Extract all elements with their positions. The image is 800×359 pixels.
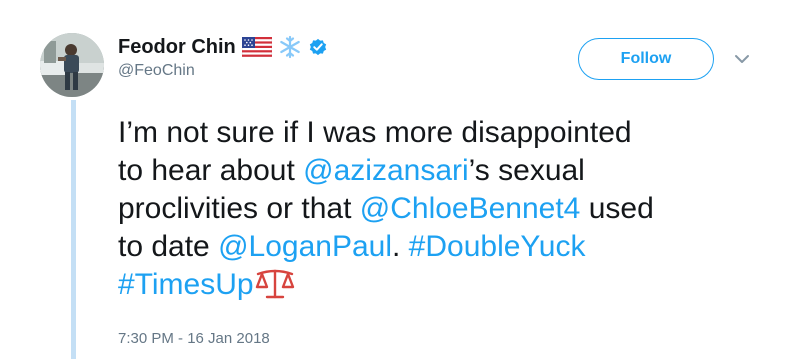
tweet-line: #TimesUp bbox=[118, 266, 758, 304]
tweet-line: proclivities or that @ChloeBennet4 used bbox=[118, 190, 758, 228]
mention-link[interactable]: @LoganPaul bbox=[218, 230, 392, 263]
hashtag-link[interactable]: #DoubleYuck bbox=[409, 230, 586, 263]
snowflake-icon bbox=[278, 35, 302, 59]
mention-link[interactable]: @ChloeBennet4 bbox=[360, 192, 581, 225]
tweet-text-segment: used bbox=[580, 192, 654, 225]
tweet-text-segment: proclivities or that bbox=[118, 192, 360, 225]
tweet-line: to date @LoganPaul. #DoubleYuck bbox=[118, 228, 758, 266]
timestamp[interactable]: 7:30 PM - 16 Jan 2018 bbox=[118, 330, 270, 347]
tweet-text-segment: ’s sexual bbox=[468, 154, 585, 187]
tweet-text-segment: to date bbox=[118, 230, 219, 263]
handle[interactable]: @FeoChin bbox=[118, 62, 195, 80]
chevron-down-icon[interactable] bbox=[734, 54, 750, 64]
hashtag-link[interactable]: #TimesUp bbox=[118, 268, 254, 301]
tweet-line: to hear about @azizansari’s sexual bbox=[118, 152, 758, 190]
tweet-text: I’m not sure if I was more disappointed … bbox=[118, 114, 758, 304]
verified-badge-icon bbox=[308, 37, 328, 57]
us-flag-icon bbox=[241, 37, 272, 57]
thread-line bbox=[71, 100, 76, 359]
avatar[interactable] bbox=[40, 33, 104, 97]
mention-link[interactable]: @azizansari bbox=[303, 154, 469, 187]
tweet-text-segment: to hear about bbox=[118, 154, 304, 187]
scales-icon bbox=[255, 266, 295, 300]
tweet-text-segment: I’m not sure if I was more disappointed bbox=[118, 116, 632, 149]
tweet-text-segment: . bbox=[392, 230, 409, 263]
author-name-row: Feodor Chin bbox=[118, 34, 328, 60]
tweet-line: I’m not sure if I was more disappointed bbox=[118, 114, 758, 152]
follow-button[interactable]: Follow bbox=[578, 38, 714, 80]
display-name[interactable]: Feodor Chin bbox=[118, 36, 236, 59]
